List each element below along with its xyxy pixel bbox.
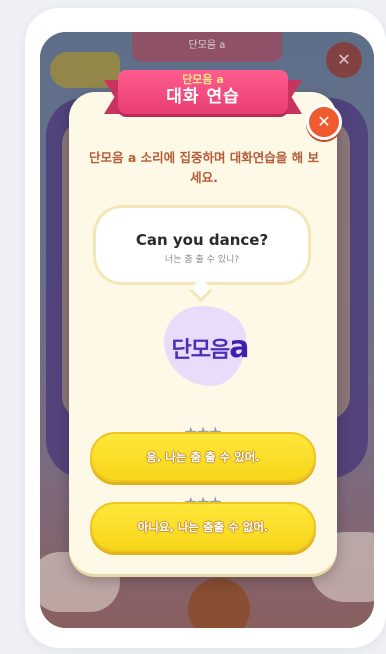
background-close-button <box>326 42 362 78</box>
vowel-card: 단모음a <box>160 330 260 365</box>
close-icon: ✕ <box>317 112 331 131</box>
answer-option-2-button[interactable]: 아니요, 나는 춤출 수 없어. <box>90 502 316 552</box>
instruction-text: 단모음 a 소리에 집중하며 대화연습을 해 보세요. <box>88 150 320 185</box>
question-english: Can you dance? <box>135 231 269 249</box>
question-korean: 너는 춤 출 수 있니? <box>164 255 240 265</box>
close-button[interactable]: ✕ <box>306 104 342 140</box>
background-title: 단모음 a <box>188 40 226 51</box>
background-title-banner: 단모음 a <box>132 32 282 62</box>
answer-option-1-button[interactable]: 응, 나는 춤 출 수 있어. <box>90 432 316 482</box>
vowel-card-letter: a <box>229 330 249 365</box>
modal-title: 대화 연습 <box>166 87 240 107</box>
speech-bubble: Can you dance? 너는 춤 출 수 있니? <box>96 208 308 282</box>
vowel-card-text: 단모음 <box>171 338 231 363</box>
ribbon-subtitle: 단모음 a <box>182 73 224 86</box>
title-ribbon: 단모음 a 대화 연습 <box>104 66 302 116</box>
